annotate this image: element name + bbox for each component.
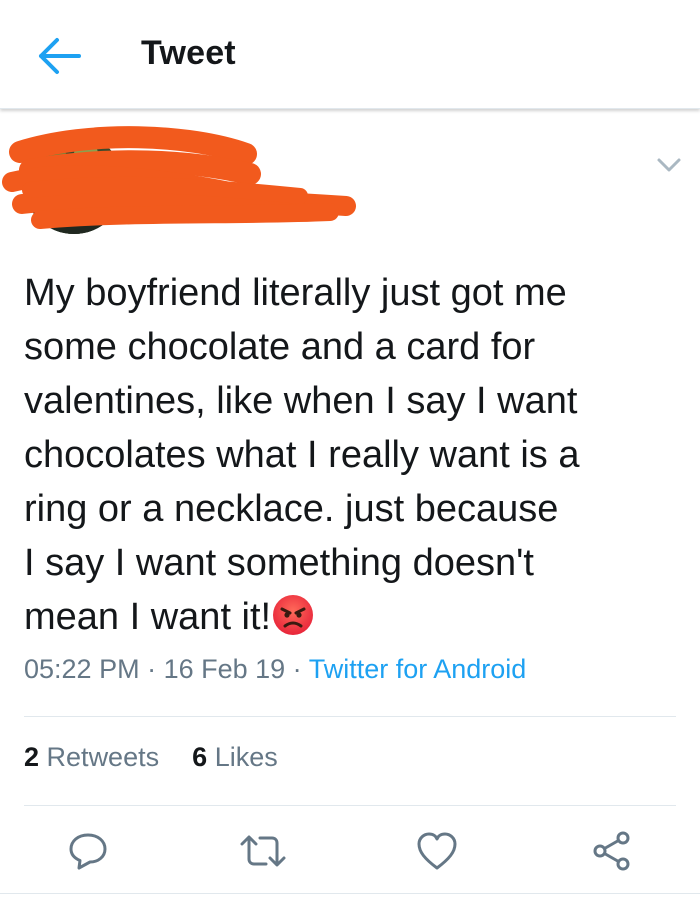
tweet-detail-screen: Tweet My boyfriend literally just got me…: [0, 0, 700, 900]
tweet-body: My boyfriend literally just got me some …: [24, 272, 580, 638]
divider: [24, 716, 676, 717]
share-button[interactable]: [587, 828, 637, 874]
retweets-stat[interactable]: 2 Retweets: [24, 742, 159, 772]
angry-face-emoji-icon: [273, 595, 314, 635]
tweet-source-link[interactable]: Twitter for Android: [309, 654, 527, 684]
retweet-button[interactable]: [238, 828, 288, 874]
tweet-stats: 2 Retweets 6 Likes: [24, 742, 278, 773]
likes-label: Likes: [214, 742, 278, 772]
meta-separator: ·: [285, 654, 309, 684]
back-arrow-icon: [39, 38, 81, 74]
likes-count: 6: [192, 742, 208, 772]
like-icon: [417, 832, 457, 870]
chevron-down-icon: [657, 158, 681, 172]
tweet-meta: 05:22 PM · 16 Feb 19 · Twitter for Andro…: [24, 654, 684, 685]
meta-separator: ·: [139, 654, 164, 684]
tweet-actions: [0, 822, 700, 880]
like-button[interactable]: [412, 828, 462, 874]
tweet-time: 05:22 PM: [24, 654, 140, 684]
retweet-icon: [240, 835, 286, 867]
likes-stat[interactable]: 6 Likes: [192, 742, 278, 772]
divider: [24, 805, 676, 806]
reply-button[interactable]: [63, 828, 113, 874]
divider: [0, 893, 700, 894]
retweets-count: 2: [24, 742, 40, 772]
redaction-scribble: [2, 126, 356, 229]
top-bar: Tweet: [0, 0, 700, 109]
tweet-date: 16 Feb 19: [163, 654, 286, 684]
reply-icon: [69, 833, 107, 870]
page-title: Tweet: [141, 34, 236, 72]
retweets-label: Retweets: [46, 742, 160, 772]
tweet-author-header: [0, 120, 700, 250]
back-button[interactable]: [28, 30, 90, 82]
tweet-options-button[interactable]: [652, 150, 686, 180]
share-icon: [593, 831, 630, 871]
tweet-text: My boyfriend literally just got me some …: [24, 266, 676, 644]
